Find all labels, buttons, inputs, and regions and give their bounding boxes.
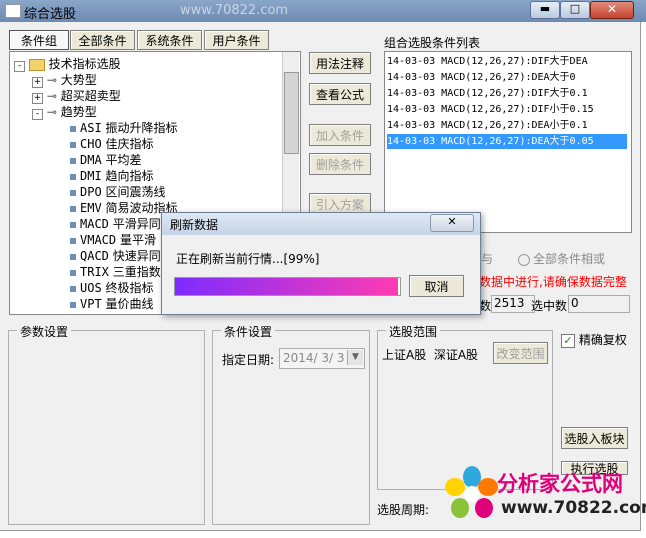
minimize-button[interactable]: ▬ — [530, 1, 560, 19]
tree-leaf[interactable]: VMACD 量平滑 — [70, 231, 156, 248]
scroll-thumb[interactable] — [284, 72, 299, 154]
checkbox-icon: ✓ — [561, 333, 575, 348]
tree-branch[interactable]: + ⊸ 大势型 — [32, 71, 97, 88]
tree-leaf[interactable]: TRIX 三重指数 — [70, 263, 161, 280]
collapse-icon: - — [32, 109, 43, 120]
cancel-button[interactable]: 取消 — [409, 275, 464, 297]
tree-leaf[interactable]: UOS 终极指标 — [70, 279, 154, 296]
tree-leaf[interactable]: MACD 平滑异同 — [70, 215, 161, 232]
indicator-icon — [70, 126, 76, 132]
date-label: 指定日期: — [222, 353, 275, 367]
condition-list-title: 组合选股条件列表 — [384, 36, 481, 50]
indicator-icon — [70, 158, 76, 164]
selected-count-value: 0 — [568, 295, 630, 313]
cond-group-title: 条件设置 — [221, 323, 276, 340]
list-item-selected[interactable]: 14-03-03 MACD(12,26,27):DEA大于0.05 — [387, 134, 627, 149]
indicator-icon — [70, 238, 76, 244]
indicator-icon — [70, 254, 76, 260]
progress-bar — [174, 277, 401, 296]
exact-adjust-checkbox[interactable]: ✓ 精确复权 — [561, 331, 627, 348]
range-group-title: 选股范围 — [386, 323, 441, 340]
list-item[interactable]: 14-03-03 MACD(12,26,27):DEA大于0 — [387, 70, 627, 85]
window-title: 综合选股 — [24, 7, 77, 22]
usage-note-button[interactable]: 用法注释 — [309, 52, 371, 74]
key-icon: ⊸ — [46, 73, 57, 87]
tab-user[interactable]: 用户条件 — [204, 30, 269, 50]
change-range-button[interactable]: 改变范围 — [493, 342, 548, 364]
list-item[interactable]: 14-03-03 MACD(12,26,27):DIF小于0.15 — [387, 102, 627, 117]
tree-branch[interactable]: - ⊸ 趋势型 — [32, 103, 97, 120]
tree-branch[interactable]: + ⊸ 超买超卖型 — [32, 87, 121, 104]
flower-icon — [445, 466, 499, 524]
tree-leaf[interactable]: DMA 平均差 — [70, 151, 142, 168]
tree-leaf[interactable]: ASI 振动升降指标 — [70, 119, 178, 136]
param-group: 参数设置 — [8, 323, 205, 525]
list-item[interactable]: 14-03-03 MACD(12,26,27):DIF大于DEA — [387, 54, 627, 69]
app-icon — [5, 4, 21, 18]
tree-leaf[interactable]: CHO 佳庆指标 — [70, 135, 154, 152]
view-formula-button[interactable]: 查看公式 — [309, 83, 371, 105]
condition-list[interactable]: 14-03-03 MACD(12,26,27):DIF大于DEA 14-03-0… — [384, 51, 632, 233]
period-label: 选股周期: — [377, 503, 430, 517]
range-text: 上证A股 深证A股 — [382, 348, 479, 362]
indicator-icon — [70, 174, 76, 180]
close-button[interactable]: ✕ — [590, 1, 634, 19]
site-logo: 分析家公式网 www.70822.com — [441, 462, 646, 530]
total-count-value: 2513 — [491, 295, 535, 313]
param-group-title: 参数设置 — [17, 323, 72, 340]
tab-group[interactable]: 条件组 — [9, 30, 69, 50]
chevron-down-icon[interactable]: ▼ — [347, 350, 363, 365]
close-icon: ✕ — [606, 2, 618, 16]
status-warning: 数据中进行,请确保数据完整 — [479, 275, 627, 289]
indicator-icon — [70, 222, 76, 228]
maximize-button[interactable]: □ — [560, 1, 590, 19]
progress-fill — [175, 278, 398, 295]
list-item[interactable]: 14-03-03 MACD(12,26,27):DEA小于0.1 — [387, 118, 627, 133]
indicator-icon — [70, 190, 76, 196]
tab-system[interactable]: 系统条件 — [137, 30, 202, 50]
add-to-block-button[interactable]: 选股入板块 — [561, 427, 628, 449]
indicator-icon — [70, 286, 76, 292]
collapse-icon: - — [14, 61, 25, 72]
logo-url: www.70822.com — [501, 498, 646, 518]
selected-count-label: 选中数 — [531, 299, 568, 313]
tree-leaf[interactable]: DPO 区间震荡线 — [70, 183, 166, 200]
all-or-radio[interactable]: 全部条件相或 — [518, 250, 605, 267]
tree-leaf[interactable]: VPT 量价曲线 — [70, 295, 154, 312]
dialog-title: 刷新数据 — [170, 218, 219, 232]
add-condition-button[interactable]: 加入条件 — [309, 124, 371, 146]
tree-leaf[interactable]: QACD 快速异同 — [70, 247, 161, 264]
folder-icon — [28, 58, 45, 71]
dialog-close-button[interactable]: ✕ — [430, 214, 474, 232]
delete-condition-button[interactable]: 删除条件 — [309, 153, 371, 175]
title-bar: 综合选股 www.70822.com ▬ □ ✕ — [0, 0, 646, 22]
radio-icon — [518, 253, 530, 266]
tab-all[interactable]: 全部条件 — [70, 30, 135, 50]
indicator-icon — [70, 206, 76, 212]
window-watermark: www.70822.com — [180, 3, 289, 18]
close-icon: ✕ — [447, 215, 457, 228]
dialog-title-bar: 刷新数据 ✕ — [162, 213, 480, 235]
logo-text: 分析家公式网 — [497, 472, 623, 496]
tree-root[interactable]: - 技术指标选股 — [14, 55, 121, 72]
date-picker[interactable]: 2014/ 3/ 3 ▼ — [279, 348, 365, 369]
key-icon: ⊸ — [46, 89, 57, 103]
dialog-message: 正在刷新当前行情...[99%] — [176, 252, 320, 266]
indicator-icon — [70, 142, 76, 148]
and-radio-label[interactable]: 与 — [481, 250, 493, 267]
indicator-icon — [70, 270, 76, 276]
tree-leaf[interactable]: DMI 趋向指标 — [70, 167, 154, 184]
date-value: 2014/ 3/ 3 — [283, 351, 345, 365]
indicator-icon — [70, 302, 76, 308]
key-icon: ⊸ — [46, 105, 57, 119]
refresh-dialog: 刷新数据 ✕ 正在刷新当前行情...[99%] 取消 — [161, 212, 481, 315]
list-item[interactable]: 14-03-03 MACD(12,26,27):DIF大于0.1 — [387, 86, 627, 101]
